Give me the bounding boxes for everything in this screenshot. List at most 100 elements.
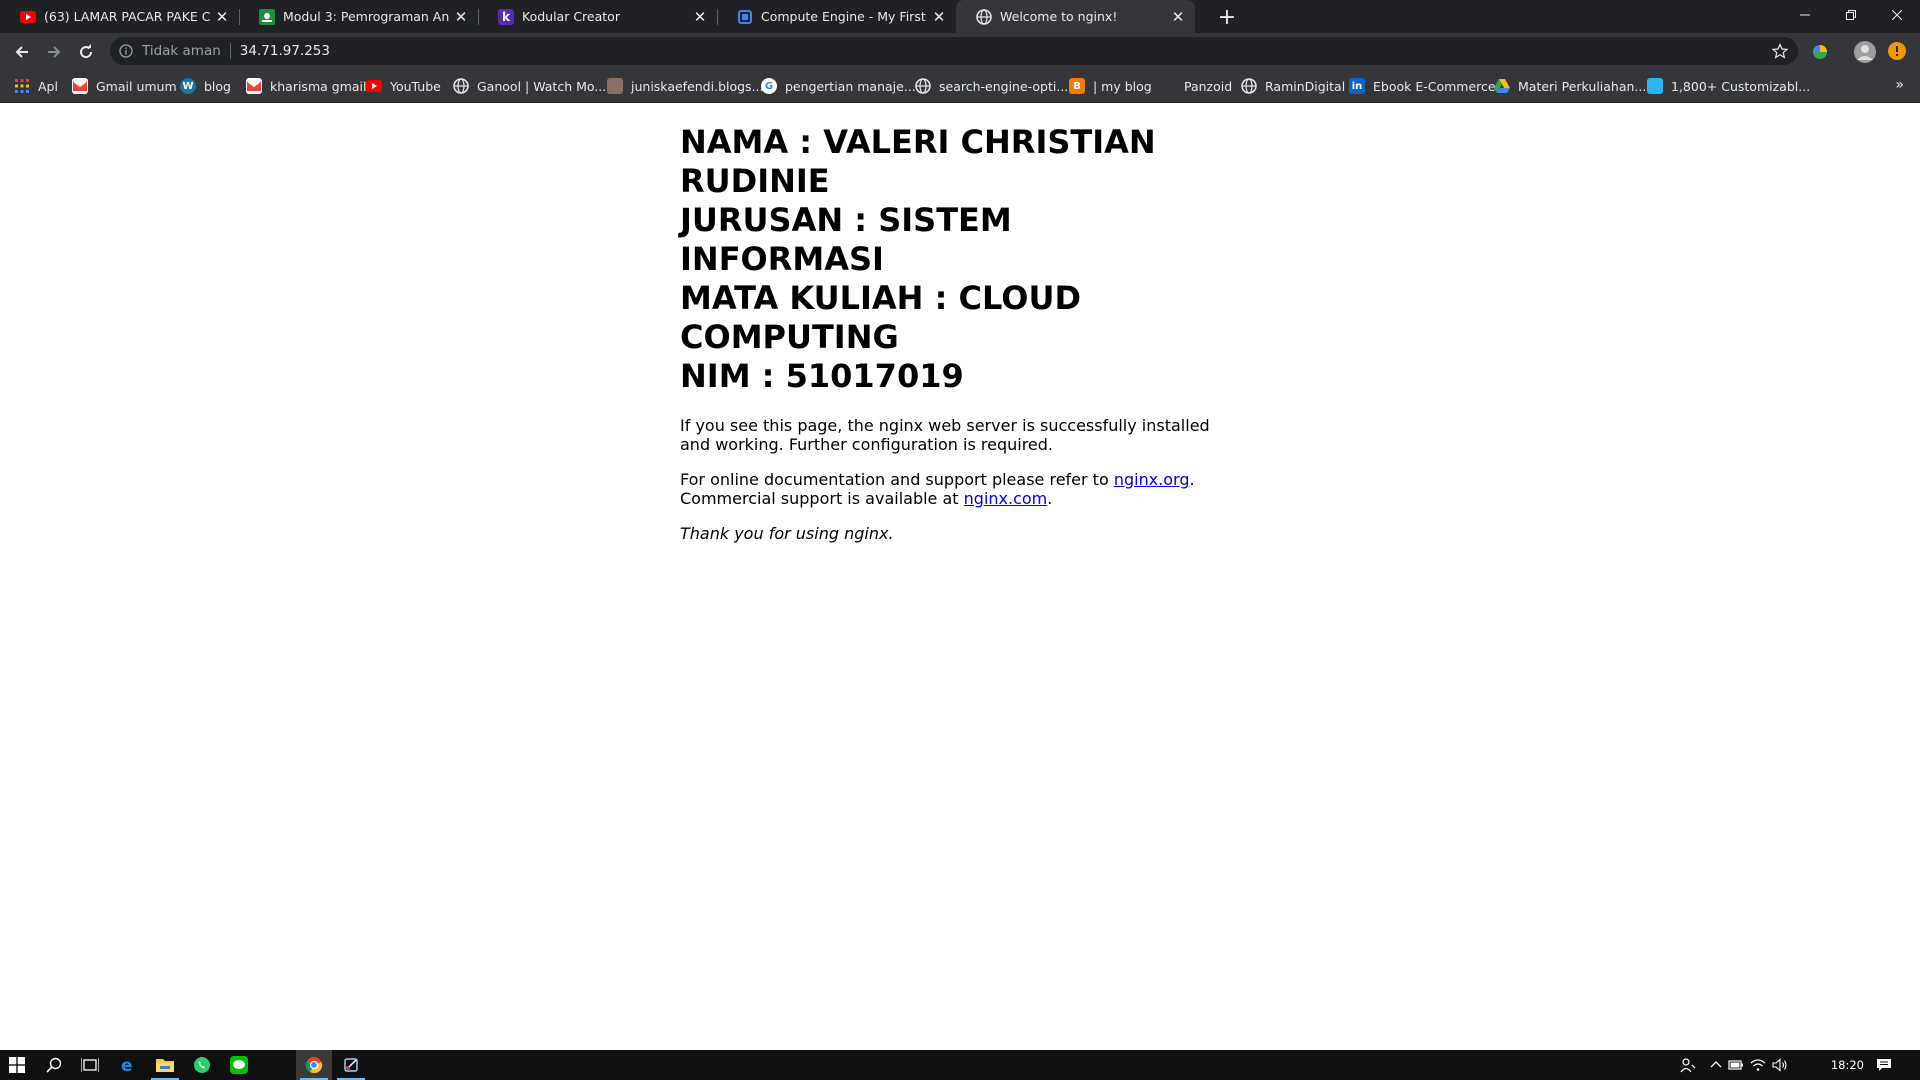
bookmark-search-engine[interactable]: search-engine-opti... bbox=[915, 71, 1068, 101]
globe-icon bbox=[1241, 78, 1257, 94]
bookmark-ganool[interactable]: Ganool | Watch Mo... bbox=[453, 71, 606, 101]
whatsapp-icon[interactable] bbox=[184, 1050, 220, 1080]
bookmarks-overflow-button[interactable]: » bbox=[1895, 77, 1904, 93]
close-icon[interactable]: ✕ bbox=[450, 6, 472, 28]
bookmark-blog[interactable]: W blog bbox=[180, 71, 231, 101]
close-icon[interactable]: ✕ bbox=[1167, 6, 1189, 28]
compute-engine-icon bbox=[737, 9, 753, 25]
people-icon[interactable] bbox=[1680, 1057, 1696, 1073]
notification-icon[interactable] bbox=[1876, 1057, 1892, 1073]
bookmark-label: pengertian manaje... bbox=[785, 78, 916, 94]
bookmark-pengertian[interactable]: G pengertian manaje... bbox=[761, 71, 916, 101]
youtube-icon bbox=[366, 78, 382, 94]
globe-icon bbox=[915, 78, 931, 94]
chevron-up-icon[interactable] bbox=[1708, 1057, 1724, 1073]
heading-line-nama: NAMA : VALERI CHRISTIAN RUDINIE bbox=[680, 123, 1156, 200]
page-heading: NAMA : VALERI CHRISTIAN RUDINIE JURUSAN … bbox=[680, 123, 1220, 396]
tab-kodular[interactable]: k Kodular Creator ✕ bbox=[478, 0, 717, 33]
info-icon[interactable] bbox=[118, 43, 134, 59]
nginx-org-link[interactable]: nginx.org bbox=[1114, 470, 1190, 489]
tab-compute-engine[interactable]: Compute Engine - My First Proje ✕ bbox=[717, 0, 956, 33]
close-icon[interactable]: ✕ bbox=[928, 6, 950, 28]
bookmark-ramindigital[interactable]: RaminDigital bbox=[1241, 71, 1345, 101]
kodular-icon: k bbox=[498, 8, 514, 25]
support-paragraph: For online documentation and support ple… bbox=[680, 470, 1220, 508]
wifi-icon[interactable] bbox=[1750, 1057, 1766, 1073]
bookmark-materi[interactable]: Materi Perkuliahan... bbox=[1494, 71, 1646, 101]
heading-line-nim: NIM : 51017019 bbox=[680, 357, 964, 395]
start-icon[interactable] bbox=[0, 1050, 34, 1080]
image-icon bbox=[607, 78, 623, 94]
snipping-tool-icon[interactable] bbox=[333, 1050, 369, 1080]
commercial-text-dot: . bbox=[1047, 489, 1053, 508]
address-bar[interactable]: Tidak aman 34.71.97.253 bbox=[110, 37, 1798, 65]
tab-title: Compute Engine - My First Proje bbox=[761, 9, 928, 24]
window-close-icon[interactable] bbox=[1874, 0, 1920, 30]
volume-icon[interactable] bbox=[1772, 1057, 1788, 1073]
omnibox-divider bbox=[229, 43, 231, 59]
bookmark-my-blog[interactable]: B | my blog bbox=[1069, 71, 1152, 101]
tab-title: (63) LAMAR PACAR PAKE CINCIN bbox=[44, 9, 211, 24]
windows-taskbar: e 18:20 bbox=[0, 1050, 1920, 1080]
page-viewport: NAMA : VALERI CHRISTIAN RUDINIE JURUSAN … bbox=[0, 103, 1920, 1050]
bookmark-customizable[interactable]: 1,800+ Customizabl... bbox=[1647, 71, 1810, 101]
bookmark-kharisma-gmail[interactable]: kharisma gmail bbox=[246, 71, 366, 101]
bookmark-label: juniskaefendi.blogs... bbox=[631, 78, 764, 94]
taskbar-clock[interactable]: 18:20 bbox=[1831, 1058, 1864, 1072]
bookmark-label: Materi Perkuliahan... bbox=[1518, 78, 1647, 94]
battery-icon[interactable] bbox=[1728, 1057, 1744, 1073]
nginx-com-link[interactable]: nginx.com bbox=[964, 489, 1048, 508]
search-icon[interactable] bbox=[36, 1050, 72, 1080]
bookmark-panzoid[interactable]: Panzoid bbox=[1160, 71, 1232, 101]
linkedin-icon: in bbox=[1349, 78, 1365, 94]
tab-youtube[interactable]: (63) LAMAR PACAR PAKE CINCIN ✕ bbox=[0, 0, 239, 33]
avatar[interactable] bbox=[1853, 40, 1877, 64]
bookmark-juniskaefendi[interactable]: juniskaefendi.blogs... bbox=[607, 71, 764, 101]
back-icon[interactable] bbox=[8, 38, 36, 66]
line-icon[interactable] bbox=[221, 1050, 257, 1080]
tab-nginx[interactable]: Welcome to nginx! ✕ bbox=[956, 0, 1195, 33]
bookmark-youtube[interactable]: YouTube bbox=[366, 71, 441, 101]
gmail-icon bbox=[72, 78, 88, 94]
globe-icon bbox=[453, 78, 469, 94]
update-alert-icon[interactable] bbox=[1888, 42, 1906, 60]
chrome-icon[interactable] bbox=[296, 1050, 332, 1080]
url-text[interactable]: 34.71.97.253 bbox=[240, 43, 330, 59]
commercial-text: Commercial support is available at bbox=[680, 489, 964, 508]
bookmark-star-icon[interactable] bbox=[1771, 43, 1789, 59]
minimize-icon[interactable] bbox=[1782, 0, 1828, 30]
blank-icon bbox=[1160, 78, 1176, 94]
drive-icon bbox=[1494, 78, 1510, 94]
file-explorer-icon[interactable] bbox=[147, 1050, 183, 1080]
bookmark-label: search-engine-opti... bbox=[939, 78, 1069, 94]
intro-paragraph: If you see this page, the nginx web serv… bbox=[680, 416, 1210, 454]
reload-icon[interactable] bbox=[72, 38, 100, 66]
bookmark-apps[interactable]: Apl bbox=[14, 71, 58, 101]
nginx-welcome-content: NAMA : VALERI CHRISTIAN RUDINIE JURUSAN … bbox=[680, 123, 1220, 559]
bookmark-ebook[interactable]: in Ebook E-Commerce bbox=[1349, 71, 1496, 101]
new-tab-button[interactable]: + bbox=[1213, 3, 1241, 31]
edge-icon[interactable]: e bbox=[110, 1050, 146, 1080]
youtube-icon bbox=[20, 9, 36, 25]
browser-toolbar: Tidak aman 34.71.97.253 bbox=[0, 33, 1920, 71]
tab-strip: (63) LAMAR PACAR PAKE CINCIN ✕ Modul 3: … bbox=[0, 0, 1920, 33]
system-tray: 18:20 bbox=[1680, 1050, 1920, 1080]
blogger-icon: B bbox=[1069, 78, 1085, 94]
heading-line-jurusan: JURUSAN : SISTEM INFORMASI bbox=[680, 201, 1012, 278]
bookmark-label: Apl bbox=[38, 78, 58, 94]
task-view-icon[interactable] bbox=[72, 1050, 108, 1080]
tab-classroom[interactable]: Modul 3: Pemrograman Android ✕ bbox=[239, 0, 478, 33]
thanks-text: Thank you for using nginx. bbox=[680, 524, 894, 543]
bookmark-gmail-umum[interactable]: Gmail umum bbox=[72, 71, 177, 101]
close-icon[interactable]: ✕ bbox=[211, 6, 233, 28]
close-icon[interactable]: ✕ bbox=[689, 6, 711, 28]
classroom-icon bbox=[259, 8, 275, 25]
bookmark-label: 1,800+ Customizabl... bbox=[1671, 78, 1811, 94]
bookmarks-bar: Apl Gmail umum W blog kharisma gmail You… bbox=[0, 71, 1920, 103]
bookmark-label: Gmail umum bbox=[96, 78, 177, 94]
extension-icon[interactable] bbox=[1808, 40, 1832, 64]
support-text: For online documentation and support ple… bbox=[680, 470, 1114, 489]
restore-icon[interactable] bbox=[1828, 0, 1874, 30]
security-status[interactable]: Tidak aman bbox=[142, 43, 221, 59]
forward-icon[interactable] bbox=[40, 38, 68, 66]
